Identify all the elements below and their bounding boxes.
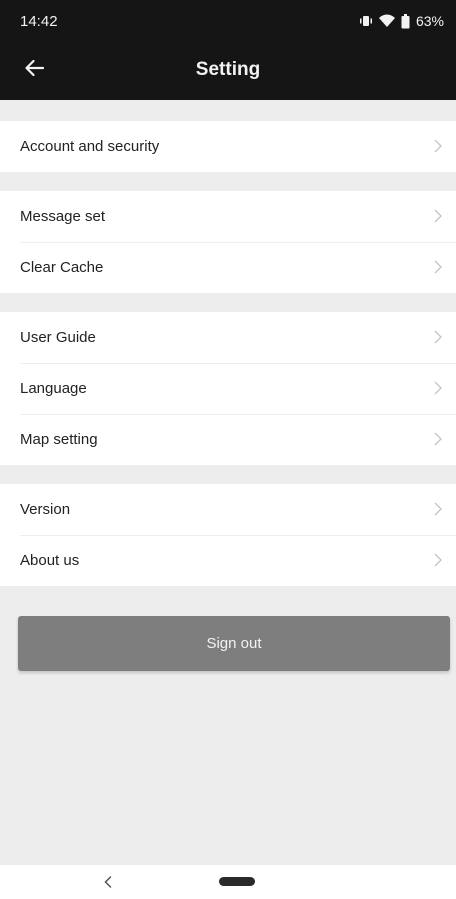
chevron-right-icon — [434, 381, 442, 400]
row-label: Account and security — [20, 138, 160, 155]
battery-percent: 63% — [415, 13, 444, 29]
chevron-right-icon — [434, 553, 442, 572]
settings-list: Account and security Message set Clear C… — [0, 100, 456, 671]
top-bar: 14:42 63% Setting — [0, 0, 456, 100]
sign-out-button[interactable]: Sign out — [18, 616, 450, 671]
vibrate-icon — [359, 14, 373, 28]
chevron-right-icon — [434, 432, 442, 451]
row-message-set[interactable]: Message set — [0, 191, 456, 242]
chevron-right-icon — [434, 330, 442, 349]
row-language[interactable]: Language — [0, 363, 456, 414]
settings-group-messages: Message set Clear Cache — [0, 191, 456, 293]
nav-home-pill[interactable] — [219, 877, 255, 886]
row-user-guide[interactable]: User Guide — [0, 312, 456, 363]
chevron-right-icon — [434, 209, 442, 228]
row-map-setting[interactable]: Map setting — [0, 414, 456, 465]
row-label: Language — [20, 380, 87, 397]
status-time: 14:42 — [20, 13, 58, 30]
chevron-right-icon — [434, 139, 442, 158]
row-account-and-security[interactable]: Account and security — [0, 121, 456, 172]
row-about-us[interactable]: About us — [0, 535, 456, 586]
row-clear-cache[interactable]: Clear Cache — [0, 242, 456, 293]
row-label: About us — [20, 552, 80, 569]
sign-out-container: Sign out — [0, 586, 456, 671]
wifi-icon — [378, 14, 395, 28]
row-label: User Guide — [20, 329, 96, 346]
row-label: Clear Cache — [20, 259, 104, 276]
status-icons: 63% — [359, 12, 444, 30]
system-nav-bar — [0, 865, 456, 899]
row-label: Version — [20, 501, 71, 518]
page-title: Setting — [195, 59, 261, 80]
settings-group-account: Account and security — [0, 121, 456, 172]
row-version[interactable]: Version — [0, 484, 456, 535]
row-label: Message set — [20, 208, 106, 225]
nav-back-icon[interactable] — [104, 875, 112, 893]
settings-group-general: User Guide Language Map setting — [0, 312, 456, 465]
settings-group-about: Version About us — [0, 484, 456, 586]
chevron-right-icon — [434, 260, 442, 279]
battery-icon — [401, 13, 410, 29]
status-bar: 14:42 63% — [0, 0, 456, 40]
row-label: Map setting — [20, 431, 98, 448]
toolbar: Setting — [0, 44, 456, 96]
chevron-right-icon — [434, 502, 442, 521]
